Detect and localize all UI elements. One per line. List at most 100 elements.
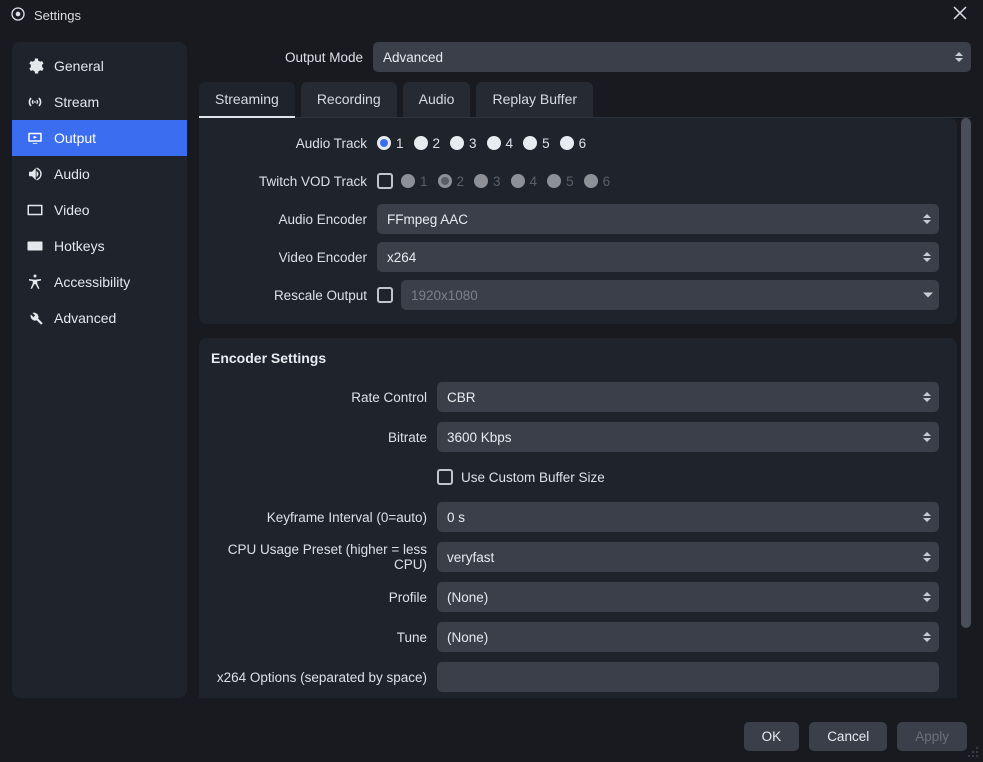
rate-control-row: Rate Control CBR	[211, 382, 939, 412]
video-encoder-select[interactable]: x264	[377, 242, 939, 272]
keyboard-icon	[26, 237, 44, 255]
video-icon	[26, 201, 44, 219]
output-mode-value: Advanced	[383, 50, 443, 65]
accessibility-icon	[26, 273, 44, 291]
sidebar-item-label: Video	[54, 202, 90, 218]
twitch-vod-radio-3: 3	[474, 174, 501, 189]
bitrate-row: Bitrate 3600 Kbps	[211, 422, 939, 452]
rate-control-select[interactable]: CBR	[437, 382, 939, 412]
x264-options-label: x264 Options (separated by space)	[211, 670, 437, 685]
sidebar: General Stream Output Audio Video Hotkey…	[12, 42, 187, 698]
x264-options-row: x264 Options (separated by space)	[211, 662, 939, 692]
custom-buffer-check-label[interactable]: Use Custom Buffer Size	[437, 469, 605, 485]
sidebar-item-video[interactable]: Video	[12, 192, 187, 228]
rescale-output-row: Rescale Output 1920x1080	[209, 280, 939, 310]
tune-label: Tune	[211, 630, 437, 645]
keyframe-input[interactable]: 0 s	[437, 502, 939, 532]
rescale-output-checkbox[interactable]	[377, 287, 393, 303]
scrollbar-thumb[interactable]	[961, 118, 971, 628]
chevron-down-icon	[923, 293, 933, 298]
profile-label: Profile	[211, 590, 437, 605]
sidebar-item-audio[interactable]: Audio	[12, 156, 187, 192]
twitch-vod-label: Twitch VOD Track	[209, 174, 377, 189]
audio-track-radio-3[interactable]: 3	[450, 136, 477, 151]
spinner-icon	[919, 245, 935, 269]
output-icon	[26, 129, 44, 147]
sidebar-item-label: Output	[54, 130, 96, 146]
output-mode-row: Output Mode Advanced	[199, 42, 971, 72]
tools-icon	[26, 309, 44, 327]
tab-recording[interactable]: Recording	[301, 82, 397, 117]
audio-track-radio-2[interactable]: 2	[414, 136, 441, 151]
audio-encoder-select[interactable]: FFmpeg AAC	[377, 204, 939, 234]
video-encoder-label: Video Encoder	[209, 250, 377, 265]
ok-button[interactable]: OK	[744, 722, 800, 751]
close-button[interactable]	[947, 2, 973, 29]
titlebar-left: Settings	[10, 6, 81, 25]
audio-encoder-label: Audio Encoder	[209, 212, 377, 227]
custom-buffer-label: Use Custom Buffer Size	[461, 470, 605, 485]
audio-encoder-row: Audio Encoder FFmpeg AAC	[209, 204, 939, 234]
sidebar-item-stream[interactable]: Stream	[12, 84, 187, 120]
bitrate-input[interactable]: 3600 Kbps	[437, 422, 939, 452]
audio-track-row: Audio Track 1 2 3 4 5 6	[209, 128, 939, 158]
gear-icon	[26, 57, 44, 75]
sidebar-item-advanced[interactable]: Advanced	[12, 300, 187, 336]
sidebar-item-label: Audio	[54, 166, 90, 182]
twitch-vod-checkbox[interactable]	[377, 173, 393, 189]
custom-buffer-row: Use Custom Buffer Size	[211, 462, 939, 492]
profile-row: Profile (None)	[211, 582, 939, 612]
spinner-icon	[951, 45, 967, 69]
spinner-icon	[919, 207, 935, 231]
video-encoder-row: Video Encoder x264	[209, 242, 939, 272]
tab-streaming[interactable]: Streaming	[199, 82, 295, 118]
sidebar-item-general[interactable]: General	[12, 48, 187, 84]
stream-icon	[26, 93, 44, 111]
scroll-area: Audio Track 1 2 3 4 5 6 Twitch VOD	[199, 118, 971, 698]
keyframe-label: Keyframe Interval (0=auto)	[211, 510, 437, 525]
cpu-preset-select[interactable]: veryfast	[437, 542, 939, 572]
sidebar-item-accessibility[interactable]: Accessibility	[12, 264, 187, 300]
audio-track-label: Audio Track	[209, 136, 377, 151]
audio-track-radio-1[interactable]: 1	[377, 136, 404, 151]
sidebar-item-hotkeys[interactable]: Hotkeys	[12, 228, 187, 264]
output-tabs: Streaming Recording Audio Replay Buffer	[199, 82, 971, 118]
encoder-settings-section: Encoder Settings Rate Control CBR	[199, 338, 957, 698]
audio-track-radio-5[interactable]: 5	[523, 136, 550, 151]
custom-buffer-checkbox[interactable]	[437, 469, 453, 485]
app-icon	[10, 6, 26, 25]
output-mode-select[interactable]: Advanced	[373, 42, 971, 72]
cpu-preset-label: CPU Usage Preset (higher = less CPU)	[211, 542, 437, 572]
twitch-vod-content: 1 2 3 4 5 6	[377, 173, 939, 189]
window-title: Settings	[34, 8, 81, 23]
dialog-footer: OK Cancel Apply	[0, 710, 983, 762]
rescale-output-select: 1920x1080	[401, 280, 939, 310]
bitrate-label: Bitrate	[211, 430, 437, 445]
twitch-vod-radio-5: 5	[547, 174, 574, 189]
spinner-icon	[919, 585, 935, 609]
cancel-button[interactable]: Cancel	[809, 722, 887, 751]
scrollbar[interactable]	[961, 118, 971, 698]
sidebar-item-output[interactable]: Output	[12, 120, 187, 156]
sidebar-item-label: General	[54, 58, 104, 74]
tab-replay-buffer[interactable]: Replay Buffer	[476, 82, 593, 117]
tune-select[interactable]: (None)	[437, 622, 939, 652]
tune-row: Tune (None)	[211, 622, 939, 652]
main-content: Output Mode Advanced Streaming Recording…	[199, 42, 971, 698]
twitch-vod-radio-4: 4	[511, 174, 538, 189]
rate-control-label: Rate Control	[211, 390, 437, 405]
twitch-vod-radio-6: 6	[584, 174, 611, 189]
audio-track-radio-6[interactable]: 6	[560, 136, 587, 151]
sidebar-item-label: Stream	[54, 94, 99, 110]
x264-options-input[interactable]	[437, 662, 939, 692]
resize-grip[interactable]	[967, 746, 979, 758]
cpu-preset-row: CPU Usage Preset (higher = less CPU) ver…	[211, 542, 939, 572]
twitch-vod-row: Twitch VOD Track 1 2 3 4 5 6	[209, 166, 939, 196]
titlebar: Settings	[0, 0, 983, 30]
tab-audio[interactable]: Audio	[403, 82, 471, 117]
audio-track-radio-4[interactable]: 4	[487, 136, 514, 151]
profile-select[interactable]: (None)	[437, 582, 939, 612]
scroll-content: Audio Track 1 2 3 4 5 6 Twitch VOD	[199, 118, 957, 698]
spinner-icon	[919, 425, 935, 449]
spinner-icon	[919, 505, 935, 529]
